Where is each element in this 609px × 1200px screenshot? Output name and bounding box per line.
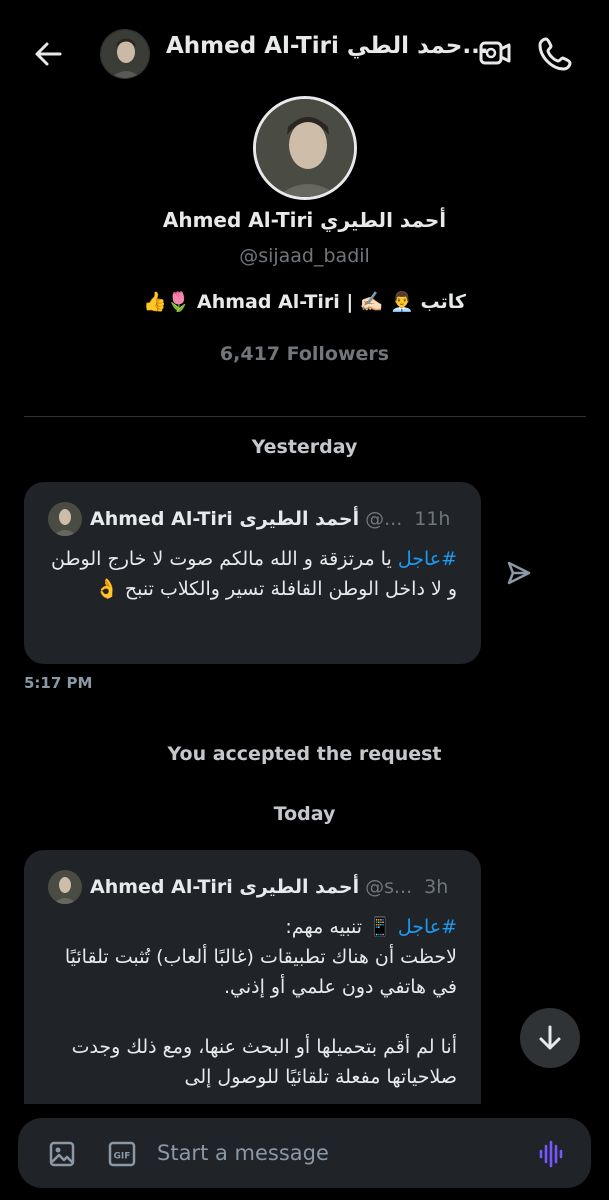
post-hashtag[interactable]: #عاجل — [398, 916, 457, 938]
image-icon[interactable] — [48, 1140, 76, 1168]
message-composer: GIF — [18, 1118, 591, 1188]
shared-post-card[interactable]: Ahmed Al-Tiri أحمد الطيرى @... 11h #عاجل… — [24, 482, 481, 664]
video-call-icon[interactable] — [478, 36, 512, 70]
post-text: #عاجل 📱 تنبيه مهم: لاحظت أن هناك تطبيقات… — [48, 912, 457, 1092]
header-title[interactable]: Ahmed Al-Tiri حمد الطي... — [166, 33, 489, 59]
header-avatar[interactable] — [100, 29, 150, 79]
message-timestamp: 5:17 PM — [24, 674, 93, 692]
post-avatar — [48, 502, 82, 536]
system-message: You accepted the request — [167, 743, 442, 765]
post-body: 📱 تنبيه مهم: لاحظت أن هناك تطبيقات (غالب… — [64, 916, 457, 1088]
profile-followers[interactable]: 6,417 Followers — [0, 343, 609, 365]
profile-divider — [24, 416, 586, 417]
post-author-name: Ahmed Al-Tiri أحمد الطيرى — [90, 876, 360, 898]
post-hashtag[interactable]: #عاجل — [398, 548, 457, 570]
message-input[interactable] — [157, 1134, 517, 1172]
voice-wave-icon[interactable] — [538, 1140, 566, 1168]
conversation-header: Ahmed Al-Tiri حمد الطي... — [0, 0, 609, 106]
post-author-handle: @s... — [365, 876, 413, 898]
post-body: يا مرتزقة و الله مالكم صوت لا خارج الوطن… — [50, 548, 457, 600]
post-author-name: Ahmed Al-Tiri أحمد الطيرى — [90, 508, 360, 530]
arrow-left-icon[interactable] — [30, 36, 66, 72]
phone-icon[interactable] — [538, 35, 574, 71]
post-header: Ahmed Al-Tiri أحمد الطيرى @s... 3h — [48, 870, 457, 904]
scroll-to-bottom-button[interactable] — [520, 1008, 580, 1068]
post-text: #عاجل يا مرتزقة و الله مالكم صوت لا خارج… — [48, 544, 457, 604]
gif-icon[interactable]: GIF — [108, 1141, 136, 1167]
arrow-down-icon — [539, 1025, 561, 1050]
profile-avatar[interactable] — [253, 96, 357, 200]
gif-label: GIF — [114, 1152, 131, 1162]
post-time: 11h — [414, 508, 451, 530]
profile-name: Ahmed Al-Tiri أحمد الطيري — [162, 208, 447, 232]
day-label-yesterday: Yesterday — [251, 436, 358, 458]
shared-post-card[interactable]: Ahmed Al-Tiri أحمد الطيرى @s... 3h #عاجل… — [24, 850, 481, 1104]
send-share-icon[interactable] — [505, 559, 533, 587]
post-author-handle: @... — [365, 508, 403, 530]
post-avatar — [48, 870, 82, 904]
post-header: Ahmed Al-Tiri أحمد الطيرى @... 11h — [48, 502, 457, 536]
post-time: 3h — [424, 876, 449, 898]
profile-bio: 👍🌷 Ahmad Al-Tiri | ✍🏻 👨‍💼 كاتب — [143, 291, 466, 313]
profile-handle: @sijaad_badil — [239, 245, 370, 267]
day-label-today: Today — [273, 803, 336, 825]
